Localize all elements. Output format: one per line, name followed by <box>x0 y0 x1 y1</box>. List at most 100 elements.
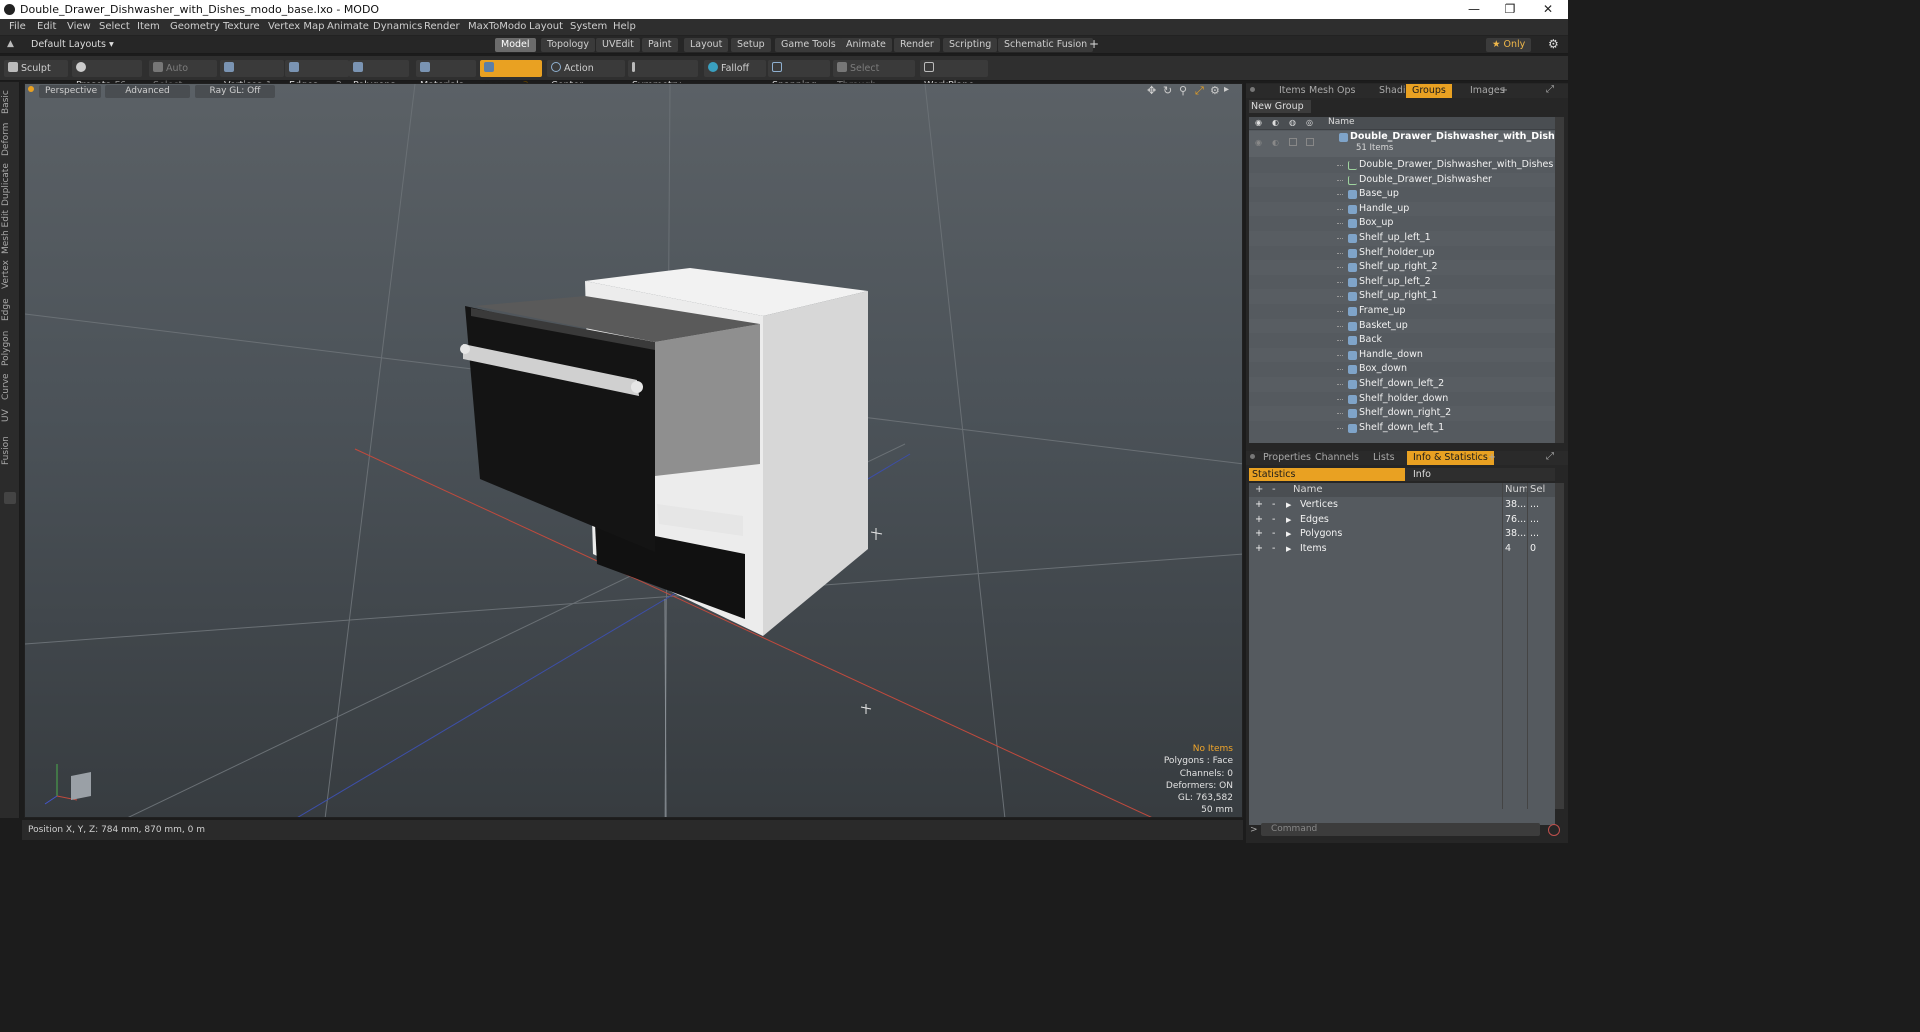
falloff-button[interactable]: Falloff <box>704 60 766 77</box>
row-collapse-button[interactable]: - <box>1272 527 1275 542</box>
tab-paint[interactable]: Paint <box>642 38 678 52</box>
tab-properties[interactable]: Properties <box>1257 451 1317 465</box>
group-render-icon[interactable]: ◐ <box>1272 138 1279 147</box>
tab-schematic-fusion[interactable]: Schematic Fusion <box>998 38 1094 52</box>
workplane-button[interactable]: WorkPlane <box>920 60 988 91</box>
side-tab-basic[interactable]: Basic <box>1 86 18 118</box>
menu-animate[interactable]: Animate <box>327 21 369 32</box>
row-expand-button[interactable]: + <box>1255 527 1263 542</box>
default-layouts-dropdown[interactable]: Default Layouts ▾ <box>31 39 114 50</box>
tab-topology[interactable]: Topology <box>541 38 595 52</box>
statistics-subtab[interactable]: Statistics <box>1249 468 1405 481</box>
group-item-row[interactable]: Handle_up <box>1249 201 1555 217</box>
row-expand-button[interactable]: + <box>1255 542 1263 557</box>
top-panel-menu-dot[interactable] <box>1250 87 1255 92</box>
group-root-row[interactable]: ◉ ◐ Double_Drawer_Dishwasher_with_Dishes… <box>1249 131 1555 157</box>
tab-scripting[interactable]: Scripting <box>943 38 998 52</box>
group-item-row[interactable]: Handle_down <box>1249 347 1555 363</box>
stats-collapse-all[interactable]: - <box>1272 484 1276 495</box>
advanced-dropdown[interactable]: Advanced <box>105 85 190 98</box>
side-tab-vertex[interactable]: Vertex <box>1 258 18 292</box>
menu-help[interactable]: Help <box>613 21 636 32</box>
tab-channels[interactable]: Channels <box>1309 451 1365 465</box>
raygl-toggle[interactable]: Ray GL: Off <box>195 85 275 98</box>
select-column-icon[interactable]: ◎ <box>1306 118 1313 127</box>
lock-column-icon[interactable]: ◍ <box>1289 118 1296 127</box>
group-item-row[interactable]: Double_Drawer_Dishwasher <box>1249 172 1555 188</box>
row-disclosure-icon[interactable]: ▶ <box>1286 542 1291 557</box>
menu-file[interactable]: File <box>9 21 26 32</box>
menu-view[interactable]: View <box>67 21 91 32</box>
statistics-row[interactable]: + - ▶ Vertices 38...... <box>1249 498 1555 513</box>
symmetry-button[interactable]: Symmetry <box>628 60 698 91</box>
fit-icon[interactable]: ⤢ <box>1195 84 1204 98</box>
3d-viewport[interactable]: Perspective Advanced Ray GL: Off ✥ ↻ ⚲ ⤢… <box>24 83 1243 818</box>
statistics-row[interactable]: + - ▶ Edges 76...... <box>1249 513 1555 528</box>
tab-setup[interactable]: Setup <box>731 38 771 52</box>
group-item-row[interactable]: Shelf_holder_up <box>1249 246 1555 261</box>
group-item-row[interactable]: Box_down <box>1249 362 1555 377</box>
viewport-expand-icon[interactable]: ▸ <box>1224 84 1229 95</box>
group-item-row[interactable]: Shelf_up_right_1 <box>1249 289 1555 304</box>
side-tab-uv[interactable]: UV <box>1 406 18 426</box>
minimize-button[interactable]: — <box>1456 0 1492 19</box>
group-item-row[interactable]: Box_up <box>1249 216 1555 231</box>
side-tab-polygon[interactable]: Polygon <box>1 328 18 368</box>
statistics-row[interactable]: + - ▶ Polygons 38...... <box>1249 527 1555 542</box>
side-tab-fusion[interactable]: Fusion <box>1 434 18 468</box>
new-group-button[interactable]: New Group <box>1249 100 1311 113</box>
group-item-row[interactable]: Double_Drawer_Dishwasher_with_Dishes <box>1249 158 1555 173</box>
menu-edit[interactable]: Edit <box>37 21 56 32</box>
tab-groups[interactable]: Groups <box>1406 84 1452 98</box>
perspective-dropdown[interactable]: Perspective <box>39 85 101 98</box>
row-collapse-button[interactable]: - <box>1272 513 1275 528</box>
tab-mesh-ops[interactable]: Mesh Ops <box>1303 84 1362 98</box>
tab-render[interactable]: Render <box>894 38 940 52</box>
only-toggle[interactable]: ★ Only <box>1486 38 1532 52</box>
group-select-checkbox[interactable] <box>1306 138 1314 146</box>
command-record-button[interactable] <box>1548 824 1560 836</box>
tab-animate[interactable]: Animate <box>840 38 892 52</box>
tab-info-statistics[interactable]: Info & Statistics <box>1407 451 1494 465</box>
group-lock-checkbox[interactable] <box>1289 138 1297 146</box>
render-column-icon[interactable]: ◐ <box>1272 118 1279 127</box>
action-center-button[interactable]: Action Center <box>547 60 625 91</box>
pan-icon[interactable]: ✥ <box>1147 84 1156 97</box>
groups-scrollbar[interactable] <box>1555 117 1564 443</box>
row-collapse-button[interactable]: - <box>1272 542 1275 557</box>
snapping-button[interactable]: Snapping <box>768 60 830 91</box>
group-item-row[interactable]: Base_up <box>1249 187 1555 202</box>
materials-button[interactable]: Materials <box>416 60 476 91</box>
menu-layout[interactable]: Layout <box>529 21 563 32</box>
menu-texture[interactable]: Texture <box>223 21 260 32</box>
add-bottom-tab-button[interactable]: + <box>1482 451 1502 465</box>
edges-button[interactable]: Edges2 <box>285 60 349 91</box>
row-collapse-button[interactable]: - <box>1272 498 1275 513</box>
row-disclosure-icon[interactable]: ▶ <box>1286 527 1291 542</box>
add-layout-tab-button[interactable]: + <box>1089 37 1099 51</box>
top-panel-expand-icon[interactable]: ⤢ <box>1546 84 1554 95</box>
side-tab-edge[interactable]: Edge <box>1 296 18 324</box>
row-expand-button[interactable]: + <box>1255 513 1263 528</box>
menu-maxtomodo[interactable]: MaxToModo <box>468 21 526 32</box>
row-disclosure-icon[interactable]: ▶ <box>1286 513 1291 528</box>
sculpt-button[interactable]: Sculpt <box>4 60 68 77</box>
menu-item[interactable]: Item <box>137 21 160 32</box>
zoom-icon[interactable]: ⚲ <box>1179 84 1187 97</box>
items-button[interactable]: Items3 <box>480 60 542 91</box>
info-subtab[interactable]: Info <box>1405 468 1555 481</box>
bottom-panel-expand-icon[interactable]: ⤢ <box>1546 451 1554 462</box>
menu-render[interactable]: Render <box>424 21 460 32</box>
row-disclosure-icon[interactable]: ▶ <box>1286 498 1291 513</box>
side-tab-deform[interactable]: Deform <box>1 120 18 158</box>
group-item-row[interactable]: Shelf_down_left_2 <box>1249 377 1555 392</box>
group-item-row[interactable]: Basket_up <box>1249 318 1555 334</box>
auto-select-button[interactable]: Auto Select <box>149 60 217 91</box>
group-item-row[interactable]: Shelf_up_left_1 <box>1249 231 1555 246</box>
row-expand-button[interactable]: + <box>1255 498 1263 513</box>
side-tabs-extra-button[interactable] <box>4 492 16 504</box>
polygons-button[interactable]: Polygons <box>349 60 409 91</box>
menu-dynamics[interactable]: Dynamics <box>373 21 422 32</box>
group-item-row[interactable]: Frame_up <box>1249 304 1555 319</box>
presets-button[interactable]: PresetsF6 <box>72 60 142 91</box>
